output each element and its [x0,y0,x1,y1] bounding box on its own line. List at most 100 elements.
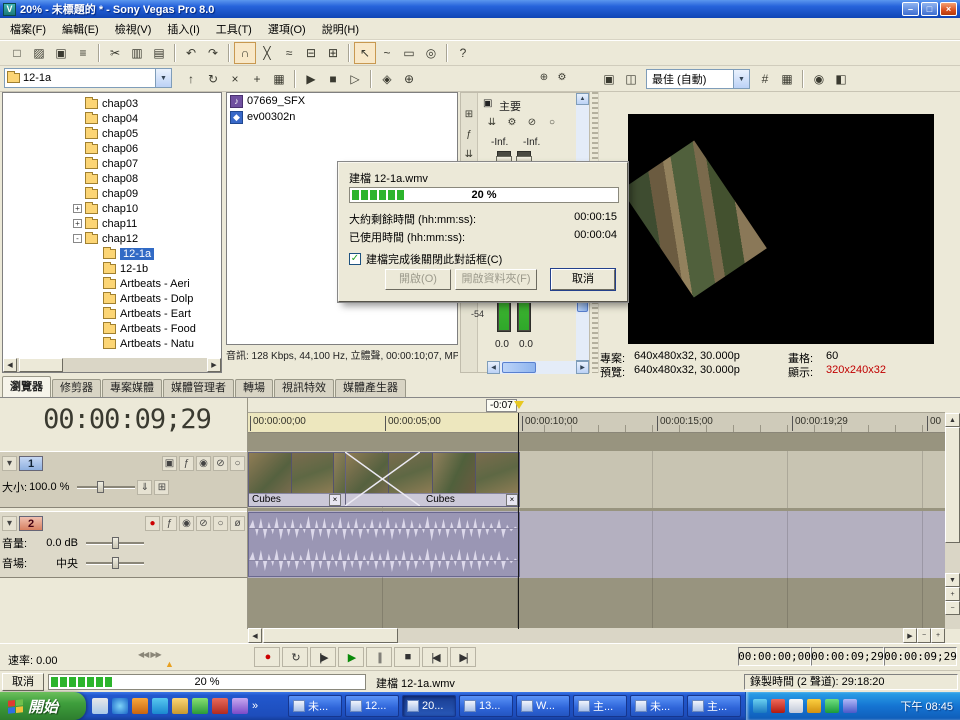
ime-tray-icon[interactable] [789,699,803,713]
volume-tray-icon[interactable] [807,699,821,713]
winamp-icon[interactable] [212,698,228,714]
normal-edit-tool-button[interactable]: ↖ [354,42,376,64]
scroll-right-button[interactable]: ▶ [576,361,589,374]
tree-expander[interactable]: + [73,219,82,228]
tab-project-media[interactable]: 專案媒體 [102,379,162,397]
bus-settings-button[interactable]: ⚙ [503,113,521,131]
scrollbar-thumb[interactable] [19,358,63,372]
open-button[interactable]: ▨ [28,42,50,64]
close-button[interactable]: × [940,2,957,16]
pause-button[interactable]: ∥ [366,647,392,667]
split-screen-button[interactable]: ◫ [620,68,642,90]
save-button[interactable]: ▣ [50,42,72,64]
selection-start-time[interactable]: 00:00:00;00 [738,647,811,666]
zoom-in-button[interactable]: + [931,628,945,643]
new-folder-button[interactable]: + [246,68,268,90]
arm-record-button[interactable]: ● [145,516,160,531]
auto-preview-toggle[interactable]: ▷ [344,68,366,90]
menu-insert[interactable]: 插入(I) [159,18,207,40]
scroll-right-button[interactable]: ▶ [207,358,221,372]
preview-quality-arrow[interactable]: ▼ [733,70,749,88]
solo-button[interactable]: ○ [230,456,245,471]
messenger-icon[interactable] [192,698,208,714]
tree-item[interactable]: Artbeats - Dolp [3,291,221,306]
insert-bus-button[interactable]: ⊕ [535,68,553,86]
go-to-start-button[interactable]: |◀ [422,647,448,667]
minimize-button[interactable]: – [902,2,919,16]
timeline-cursor[interactable] [518,413,519,629]
status-cancel-button[interactable]: 取消 [2,673,44,691]
downmix-button[interactable]: ⇊ [460,145,478,163]
mute-button[interactable]: ⊘ [196,516,211,531]
close-on-finish-checkbox[interactable]: ✓ 建檔完成後關閉此對話框(C) [349,251,502,267]
mixer-settings-button[interactable]: ⚙ [553,68,571,86]
slider-thumb[interactable] [112,537,119,549]
show-desktop-icon[interactable] [92,698,108,714]
tab-transitions[interactable]: 轉場 [235,379,273,397]
tree-horizontal-scrollbar[interactable]: ◀ ▶ [3,358,221,372]
scroll-right-button[interactable]: ▶ [903,628,917,643]
task-button-active[interactable]: 20... [402,695,456,717]
grid-button[interactable]: ▦ [776,68,798,90]
tree-item[interactable]: +chap10 [3,201,221,216]
task-button[interactable]: 主... [573,695,627,717]
network-tray-icon[interactable] [825,699,839,713]
automation-settings-button[interactable]: ◉ [179,516,194,531]
tree-expander[interactable]: + [73,204,82,213]
tree-item[interactable]: Artbeats - Eart [3,306,221,321]
mute-button[interactable]: ⊘ [213,456,228,471]
bus-mute-button[interactable]: ⊘ [523,113,541,131]
tab-trimmer[interactable]: 修剪器 [52,379,101,397]
insert-bus-button[interactable]: ⊞ [460,105,478,123]
redo-button[interactable]: ↷ [202,42,224,64]
folder-shortcut-icon[interactable] [172,698,188,714]
vegas-tray-icon[interactable] [843,699,857,713]
checkbox-check-icon[interactable]: ✓ [349,253,361,265]
menu-tools[interactable]: 工具(T) [208,18,260,40]
whats-this-button[interactable]: ? [452,42,474,64]
undo-button[interactable]: ↶ [180,42,202,64]
address-combo[interactable]: 12-1a ▼ [4,68,172,88]
pan-slider[interactable] [86,557,144,569]
timeline-horizontal-scrollbar[interactable]: ◀ ▶ − + [248,628,945,643]
play-from-start-button[interactable]: |▶ [310,647,336,667]
menu-options[interactable]: 選項(O) [260,18,314,40]
tree-item[interactable]: chap05 [3,126,221,141]
tree-item[interactable]: -chap12 [3,231,221,246]
track-fx-button[interactable]: ƒ [179,456,194,471]
audio-event[interactable] [248,512,520,577]
track-number[interactable]: 1 [19,456,43,471]
views-button[interactable]: ▦ [268,68,290,90]
save-snapshot-button[interactable]: ◧ [830,68,852,90]
start-button[interactable]: 開始 [0,692,86,720]
ignore-grouping-toggle[interactable]: ⊞ [322,42,344,64]
tab-media-manager[interactable]: 媒體管理者 [163,379,234,397]
zoom-in-vertical-button[interactable]: + [945,587,960,601]
open-folder-button[interactable]: 開啟資料夾(F) [455,269,537,290]
envelope-tool-button[interactable]: ~ [376,42,398,64]
make-compositing-child-button[interactable]: ⊞ [154,480,169,495]
add-to-project-button[interactable]: ⊕ [398,68,420,90]
zoom-tool-button[interactable]: ◎ [420,42,442,64]
timeline-vertical-scrollbar[interactable]: ▲ ▼ + − [945,413,960,629]
automation-settings-button[interactable]: ◉ [196,456,211,471]
scroll-left-button[interactable]: ◀ [248,628,262,643]
tree-item[interactable]: chap07 [3,156,221,171]
slider-thumb[interactable] [97,481,104,493]
scrollbar-thumb[interactable] [263,628,398,643]
event-fx-button[interactable]: × [506,494,518,506]
tree-item[interactable]: chap06 [3,141,221,156]
marker-label[interactable]: -0:07 [486,399,517,412]
task-button[interactable]: 主... [687,695,741,717]
scroll-down-button[interactable]: ▼ [945,573,960,587]
tree-item[interactable]: +chap11 [3,216,221,231]
tab-explorer[interactable]: 瀏覽器 [2,376,51,397]
event-fx-button[interactable]: × [329,494,341,506]
zoom-out-vertical-button[interactable]: − [945,601,960,615]
scrollbar-thumb[interactable] [502,362,536,373]
scroll-up-button[interactable]: ▲ [945,413,960,427]
auto-ripple-toggle[interactable]: ≈ [278,42,300,64]
stop-button[interactable]: ■ [394,647,420,667]
video-track-header[interactable]: ▾ 1 ▣ ƒ ◉ ⊘ ○ 大小: 100.0 % ⇓ ⊞ [0,451,247,508]
tab-video-fx[interactable]: 視訊特效 [274,379,334,397]
